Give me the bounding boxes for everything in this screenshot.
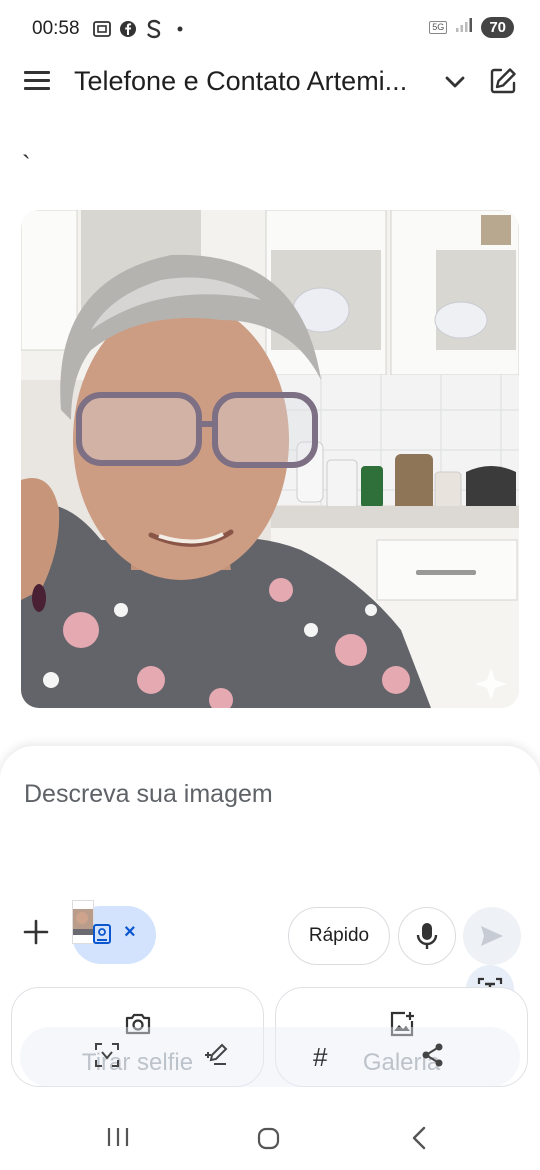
- attachment-chip[interactable]: ×: [72, 900, 156, 964]
- send-icon[interactable]: [463, 907, 521, 965]
- back-icon[interactable]: [408, 1126, 438, 1152]
- scan-icon[interactable]: [94, 1042, 120, 1068]
- microphone-icon[interactable]: [398, 907, 456, 965]
- mode-selector-button[interactable]: Rápido: [288, 907, 390, 965]
- status-icons: [92, 19, 190, 39]
- edit-icon[interactable]: [488, 66, 518, 96]
- chevron-down-icon[interactable]: [440, 67, 470, 97]
- attachment-thumbnail[interactable]: [72, 900, 94, 944]
- facebook-icon: [118, 19, 138, 39]
- system-nav-bar: [0, 1096, 540, 1170]
- s-app-icon: [144, 19, 164, 39]
- hash-icon[interactable]: #: [313, 1042, 327, 1073]
- status-right: 5G 70: [429, 17, 514, 38]
- attached-photo[interactable]: [21, 210, 519, 708]
- recent-apps-icon[interactable]: [106, 1126, 136, 1152]
- message-text: `: [22, 150, 31, 180]
- hamburger-icon[interactable]: [24, 71, 50, 93]
- add-icon[interactable]: [22, 918, 50, 946]
- network-badge: 5G: [429, 21, 448, 34]
- compose-sheet: Descreva sua imagem × Rápido Tirar selfi…: [0, 746, 540, 1096]
- app-header: Telefone e Contato Artemi...: [0, 58, 540, 108]
- page-title[interactable]: Telefone e Contato Artemi...: [74, 66, 434, 97]
- app-screen: 00:58 5G 70 Telefone e Contato Artemi...…: [0, 0, 540, 1170]
- battery-indicator: 70: [481, 17, 514, 38]
- screenshot-icon: [92, 19, 112, 39]
- prompt-input[interactable]: Descreva sua imagem: [24, 780, 273, 809]
- share-icon[interactable]: [420, 1042, 446, 1068]
- remove-attachment-button[interactable]: ×: [124, 921, 136, 944]
- signal-icon: [455, 17, 473, 38]
- status-bar: 00:58 5G 70: [0, 0, 540, 58]
- dot-icon: [170, 19, 190, 39]
- image-badge-icon: [92, 923, 112, 945]
- status-time: 00:58: [32, 18, 80, 39]
- pen-icon[interactable]: [202, 1042, 228, 1068]
- home-icon[interactable]: [256, 1126, 286, 1152]
